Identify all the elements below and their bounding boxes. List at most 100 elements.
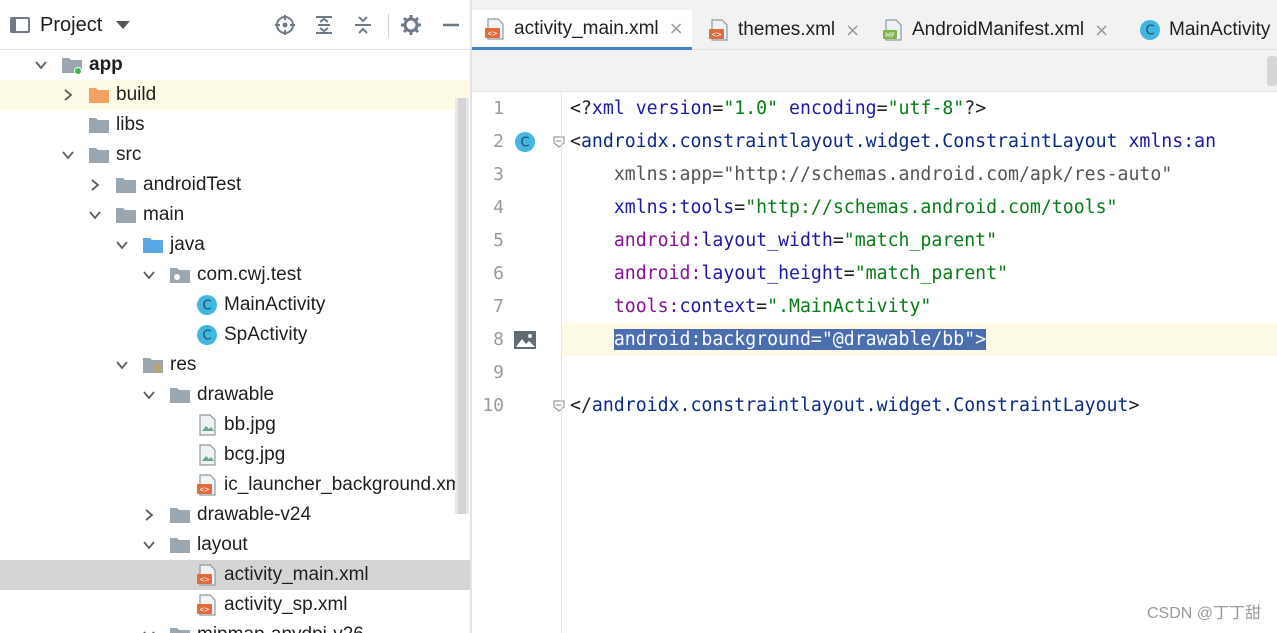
close-icon[interactable]: × [845, 20, 860, 41]
code-token: "http://schemas.android.com/apk/res-auto… [723, 164, 1173, 185]
tree-item[interactable]: <> activity_main.xml [0, 560, 470, 590]
gutter-class-icon[interactable]: C [512, 130, 538, 154]
locate-file-button[interactable] [272, 12, 298, 38]
selected-text[interactable]: android:background="@drawable/bb"> [613, 329, 987, 350]
chevron-down-icon[interactable] [143, 539, 155, 551]
expand-all-icon [316, 16, 332, 34]
code-line[interactable]: xmlns:tools="http://schemas.android.com/… [570, 191, 1118, 224]
code-token: version [635, 98, 713, 119]
tree-item-label: mipmap-anydpi-v26 [197, 620, 364, 633]
code-line[interactable]: android:layout_height="match_parent" [570, 257, 1008, 290]
header-separator [388, 14, 389, 38]
resource-folder-icon [142, 355, 164, 375]
xml-file-icon: <> [196, 594, 218, 616]
tree-item[interactable]: layout [0, 530, 470, 560]
chevron-down-icon[interactable] [89, 209, 101, 221]
code-line[interactable]: android:layout_width="match_parent" [570, 224, 997, 257]
svg-text:C: C [202, 329, 211, 344]
gutter-image-icon[interactable] [512, 328, 538, 352]
project-view-selector[interactable]: Project [10, 12, 131, 38]
code-token: = [832, 230, 844, 251]
chevron-down-icon[interactable] [62, 149, 74, 161]
code-line[interactable]: <?xml version="1.0" encoding="utf-8"?> [570, 92, 986, 125]
editor-toolbar [472, 50, 1277, 92]
folder-icon [115, 175, 137, 195]
chevron-right-icon[interactable] [89, 179, 101, 191]
editor-tab[interactable]: <> activity_main.xml × [472, 10, 692, 50]
code-line[interactable]: <androidx.constraintlayout.widget.Constr… [570, 125, 1216, 158]
tree-item-label: SpActivity [224, 324, 308, 345]
code-line[interactable]: tools:context=".MainActivity" [570, 290, 932, 323]
line-number: 6 [493, 263, 504, 284]
folder-icon [88, 145, 110, 165]
editor-tab-bar: <> activity_main.xml × <> themes.xml × MF Andro… [472, 0, 1277, 50]
tree-item[interactable]: <> activity_sp.xml [0, 590, 470, 620]
code-token: = [843, 263, 855, 284]
chevron-down-icon[interactable] [143, 269, 155, 281]
code-token: = [876, 98, 888, 119]
editor-tab[interactable]: C MainActivity [1127, 10, 1277, 50]
folder-icon [169, 625, 191, 633]
tree-item[interactable]: res [0, 350, 470, 380]
tree-item[interactable]: drawable-v24 [0, 500, 470, 530]
tree-item[interactable]: java [0, 230, 470, 260]
fold-icon[interactable] [552, 135, 566, 149]
folder-icon [88, 115, 110, 135]
line-number: 10 [482, 395, 504, 416]
code-token: ".MainActivity" [767, 296, 932, 317]
chevron-down-icon[interactable] [116, 359, 128, 371]
collapse-all-button[interactable] [350, 12, 376, 38]
svg-text:<>: <> [712, 30, 722, 39]
code-token: </ [570, 395, 592, 416]
editor-tab[interactable]: <> themes.xml × [696, 10, 868, 50]
tree-item[interactable]: drawable [0, 380, 470, 410]
tree-item[interactable]: C MainActivity [0, 290, 470, 320]
code-line[interactable]: android:background="@drawable/bb"> [562, 323, 1277, 356]
toolbar-grip[interactable] [1267, 56, 1277, 86]
code-token: layout_height [701, 263, 844, 284]
chevron-right-icon[interactable] [62, 89, 74, 101]
code-line[interactable]: </androidx.constraintlayout.widget.Const… [570, 389, 1139, 422]
code-token: ?> [964, 98, 987, 119]
close-icon[interactable]: × [1094, 20, 1109, 41]
tree-item[interactable]: androidTest [0, 170, 470, 200]
tree-item-label: layout [197, 534, 248, 555]
chevron-right-icon[interactable] [143, 509, 155, 521]
expand-all-button[interactable] [311, 12, 337, 38]
settings-button[interactable] [398, 12, 424, 38]
tree-item[interactable]: mipmap-anydpi-v26 [0, 620, 470, 633]
tree-item[interactable]: app [0, 50, 470, 80]
tree-item[interactable]: C SpActivity [0, 320, 470, 350]
tree-item[interactable]: bcg.jpg [0, 440, 470, 470]
svg-text:C: C [1145, 24, 1154, 39]
close-icon[interactable]: × [669, 18, 684, 39]
editor-tab-label: AndroidManifest.xml [912, 19, 1085, 40]
hide-panel-button[interactable] [438, 12, 464, 38]
tree-item[interactable]: src [0, 140, 470, 170]
tree-item-label: drawable [197, 384, 275, 405]
code-line[interactable]: xmlns:app="http://schemas.android.com/ap… [570, 158, 1172, 191]
chevron-down-icon[interactable] [35, 59, 47, 71]
tree-scrollbar[interactable] [455, 98, 469, 514]
line-number: 5 [493, 230, 504, 251]
editor-tab[interactable]: MF AndroidManifest.xml × [870, 10, 1126, 50]
tree-item[interactable]: bb.jpg [0, 410, 470, 440]
collapse-all-icon [355, 16, 371, 34]
xml-file-icon: <> [196, 474, 218, 496]
tree-item-label: com.cwj.test [197, 264, 302, 285]
chevron-down-icon[interactable] [143, 629, 155, 633]
tree-item[interactable]: libs [0, 110, 470, 140]
chevron-down-icon[interactable] [143, 389, 155, 401]
tree-item[interactable]: <> ic_launcher_background.xml [0, 470, 470, 500]
tree-item[interactable]: com.cwj.test [0, 260, 470, 290]
tree-item[interactable]: build [0, 80, 470, 110]
fold-icon[interactable] [552, 399, 566, 413]
scrollbar-thumb[interactable] [458, 98, 466, 514]
package-icon [169, 265, 191, 285]
chevron-down-icon[interactable] [116, 239, 128, 251]
tree-item[interactable]: main [0, 200, 470, 230]
code-token: > [1128, 395, 1140, 416]
image-file-icon [196, 444, 218, 466]
